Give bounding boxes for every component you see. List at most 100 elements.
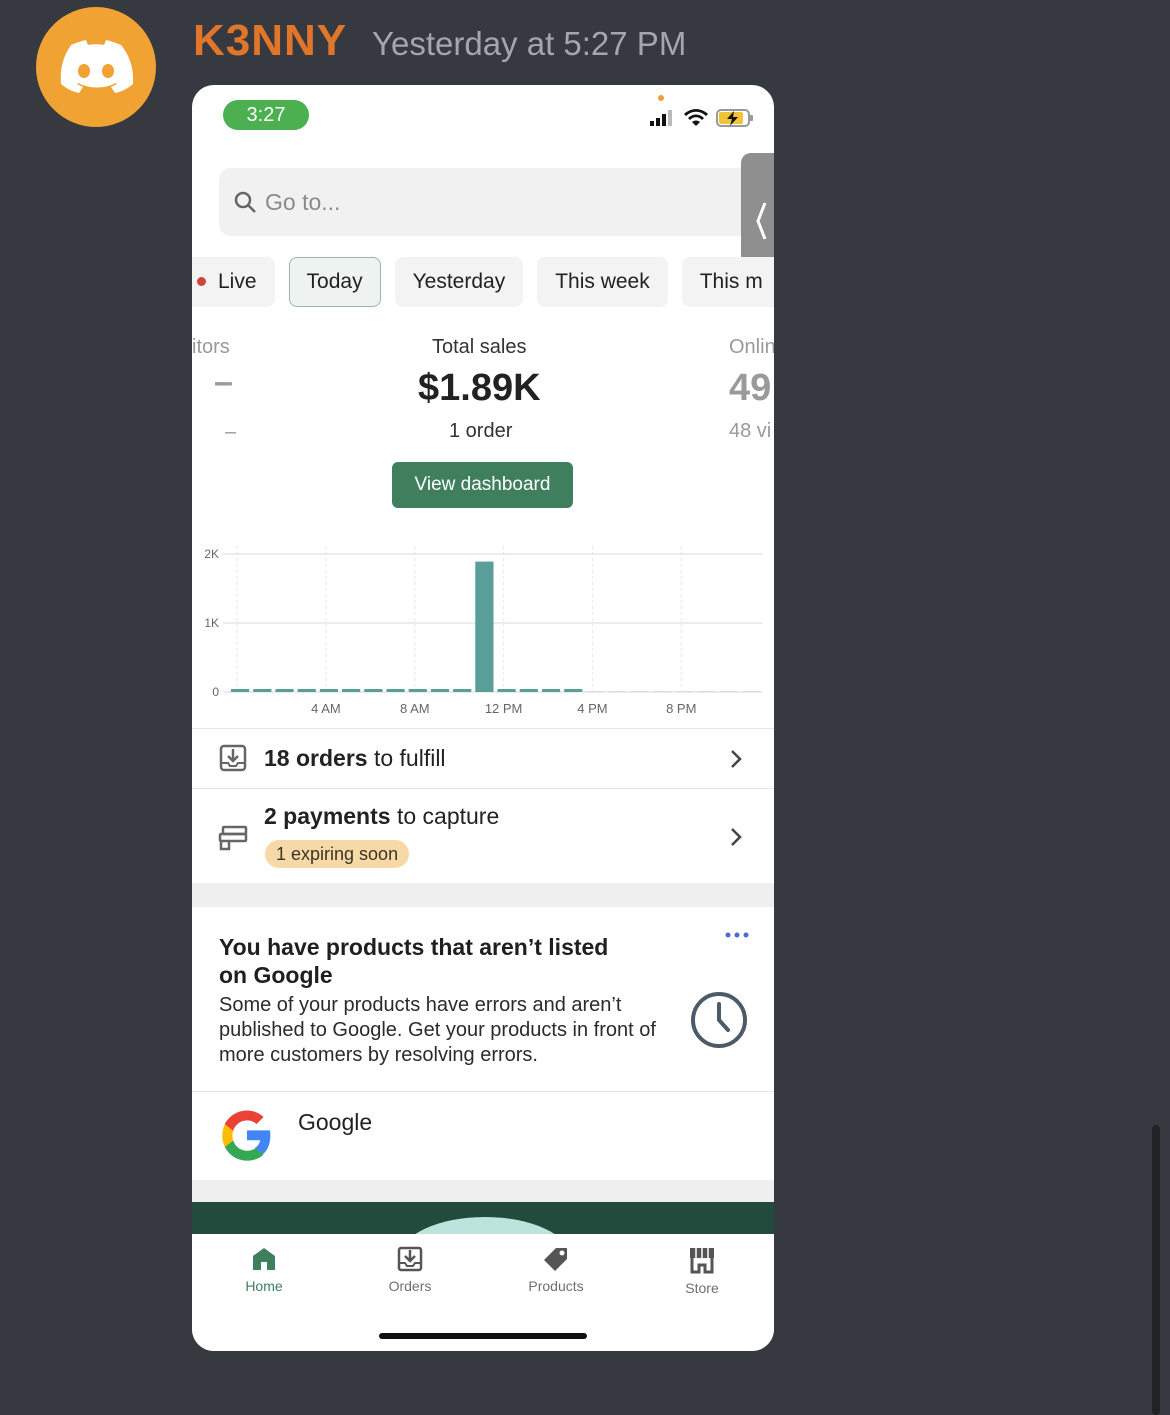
online-sub: 48 vi: [729, 420, 772, 442]
home-indicator: [379, 1333, 587, 1339]
bar: [342, 689, 361, 692]
bar: [697, 691, 716, 692]
bar: [364, 689, 383, 692]
tab-products-label: Products: [528, 1278, 584, 1294]
bar: [297, 689, 316, 692]
chevron-left-icon: [756, 202, 767, 240]
search-input[interactable]: Go to...: [219, 168, 759, 236]
battery-charging-icon: [716, 109, 753, 127]
search-icon: [234, 191, 256, 213]
tab-store-label: Store: [685, 1280, 719, 1296]
payments-count: 2 payments: [264, 803, 391, 829]
bar: [497, 689, 516, 692]
total-orders-sub: 1 order: [449, 420, 513, 442]
chip-this-month-label: This m: [699, 270, 763, 293]
bar: [608, 691, 627, 692]
message-timestamp: Yesterday at 5:27 PM: [372, 25, 687, 62]
promo-banner[interactable]: [192, 1202, 774, 1234]
visitors-label: itors: [192, 336, 230, 358]
orders-to-fulfill-row[interactable]: 18 orders to fulfill: [192, 728, 774, 789]
tag-icon: [544, 1248, 567, 1271]
section-divider: [192, 883, 774, 907]
more-options-icon[interactable]: [725, 931, 749, 939]
google-card-body: Some of your products have errors and ar…: [219, 994, 656, 1066]
tab-home-label: Home: [245, 1278, 283, 1294]
clock-icon: [691, 992, 747, 1048]
search-placeholder: Go to...: [265, 188, 341, 215]
tab-products[interactable]: Products: [496, 1234, 616, 1294]
y-tick-label: 2K: [204, 547, 219, 561]
bar: [475, 561, 494, 692]
chip-live-label: Live: [218, 270, 257, 293]
sales-bar-chart: 0 1K 2K 4 AM 8 AM 12 PM 4 PM 8 PM: [204, 546, 762, 716]
bar: [408, 689, 427, 692]
live-dot-icon: [197, 276, 206, 286]
bar: [719, 691, 738, 692]
tab-orders[interactable]: Orders: [350, 1234, 470, 1294]
section-divider: [192, 1180, 774, 1202]
home-icon: [253, 1248, 275, 1270]
online-label: Onlin: [729, 336, 774, 358]
tab-store[interactable]: Store: [642, 1234, 762, 1296]
bar: [231, 689, 250, 692]
x-tick-label: 4 PM: [577, 701, 607, 716]
bar: [275, 689, 294, 692]
online-value: 49: [729, 367, 772, 409]
expiring-badge: 1 expiring soon: [265, 840, 410, 868]
chevron-right-icon: [731, 828, 742, 846]
chevron-right-icon: [731, 750, 742, 768]
x-tick-label: 8 AM: [400, 701, 430, 716]
bar: [652, 691, 672, 692]
chip-yesterday-label: Yesterday: [412, 270, 506, 293]
chip-live[interactable]: Live: [192, 257, 275, 307]
payments-to-capture-row[interactable]: 2 payments to capture 1 expiring soon: [192, 788, 774, 884]
bar: [586, 691, 605, 692]
status-time: 3:27: [223, 100, 309, 130]
chip-this-month[interactable]: This m: [681, 257, 774, 307]
orders-icon: [397, 1246, 423, 1272]
discord-logo-icon: [60, 40, 133, 93]
date-range-chips: Live Today Yesterday This week This m: [192, 257, 774, 307]
bar: [675, 691, 694, 692]
y-tick-label: 0: [212, 685, 219, 699]
status-icons: [650, 109, 754, 127]
bar: [253, 689, 272, 692]
chip-today-label: Today: [306, 270, 363, 293]
message-username[interactable]: K3NNY: [193, 16, 347, 66]
store-icon: [690, 1248, 714, 1274]
google-card-title: You have products that aren’t listed on …: [219, 934, 609, 988]
signal-icon: [650, 110, 672, 126]
bar: [630, 691, 649, 692]
wifi-icon: [684, 109, 708, 126]
google-app-row[interactable]: Google: [192, 1091, 774, 1180]
promo-illustration: [400, 1217, 570, 1234]
total-sales-label: Total sales: [432, 336, 527, 358]
bar: [541, 689, 561, 692]
view-dashboard-button[interactable]: View dashboard: [392, 462, 573, 508]
orders-text: to fulfill: [367, 745, 446, 771]
tab-home[interactable]: Home: [204, 1234, 324, 1294]
privacy-indicator-icon: [658, 95, 664, 101]
x-tick-label: 8 PM: [666, 701, 696, 716]
y-tick-label: 1K: [204, 616, 219, 630]
chip-today[interactable]: Today: [288, 257, 381, 307]
scrollbar[interactable]: [1152, 1125, 1160, 1415]
bar: [430, 689, 450, 692]
bar: [741, 691, 760, 692]
payment-card-icon: [218, 825, 248, 851]
bar: [564, 689, 583, 692]
user-avatar[interactable]: [36, 7, 156, 127]
attached-screenshot[interactable]: 3:27 Go to... Live Today Yesterday This …: [192, 85, 774, 1351]
download-box-icon: [219, 744, 247, 772]
tab-orders-label: Orders: [388, 1278, 432, 1294]
x-tick-label: 12 PM: [485, 701, 523, 716]
payments-text: to capture: [390, 803, 500, 829]
x-tick-label: 4 AM: [311, 701, 341, 716]
chip-this-week[interactable]: This week: [537, 257, 668, 307]
total-sales-value: $1.89K: [418, 367, 541, 409]
google-app-label: Google: [298, 1109, 373, 1135]
chip-this-week-label: This week: [555, 270, 650, 293]
google-logo-icon: [222, 1110, 271, 1161]
chip-yesterday[interactable]: Yesterday: [394, 257, 524, 307]
orders-count: 18 orders: [264, 745, 368, 771]
